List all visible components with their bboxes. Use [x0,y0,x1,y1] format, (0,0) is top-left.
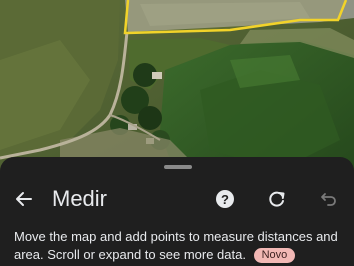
refresh-icon [269,191,285,207]
panel-description: Move the map and add points to measure d… [14,228,346,264]
back-button[interactable] [10,185,38,213]
panel-header: Medir ? [0,179,354,219]
new-badge: Novo [253,248,296,263]
panel-title: Medir [52,186,108,211]
reset-button[interactable] [263,185,291,213]
help-circle-icon: ? [216,190,234,208]
help-button[interactable]: ? [211,185,239,213]
undo-button[interactable] [315,185,343,213]
arrow-back-icon [16,192,32,206]
undo-icon [321,193,336,206]
drag-handle[interactable] [164,165,192,169]
measure-panel: Medir ? Move the map and add points to m… [0,157,354,266]
